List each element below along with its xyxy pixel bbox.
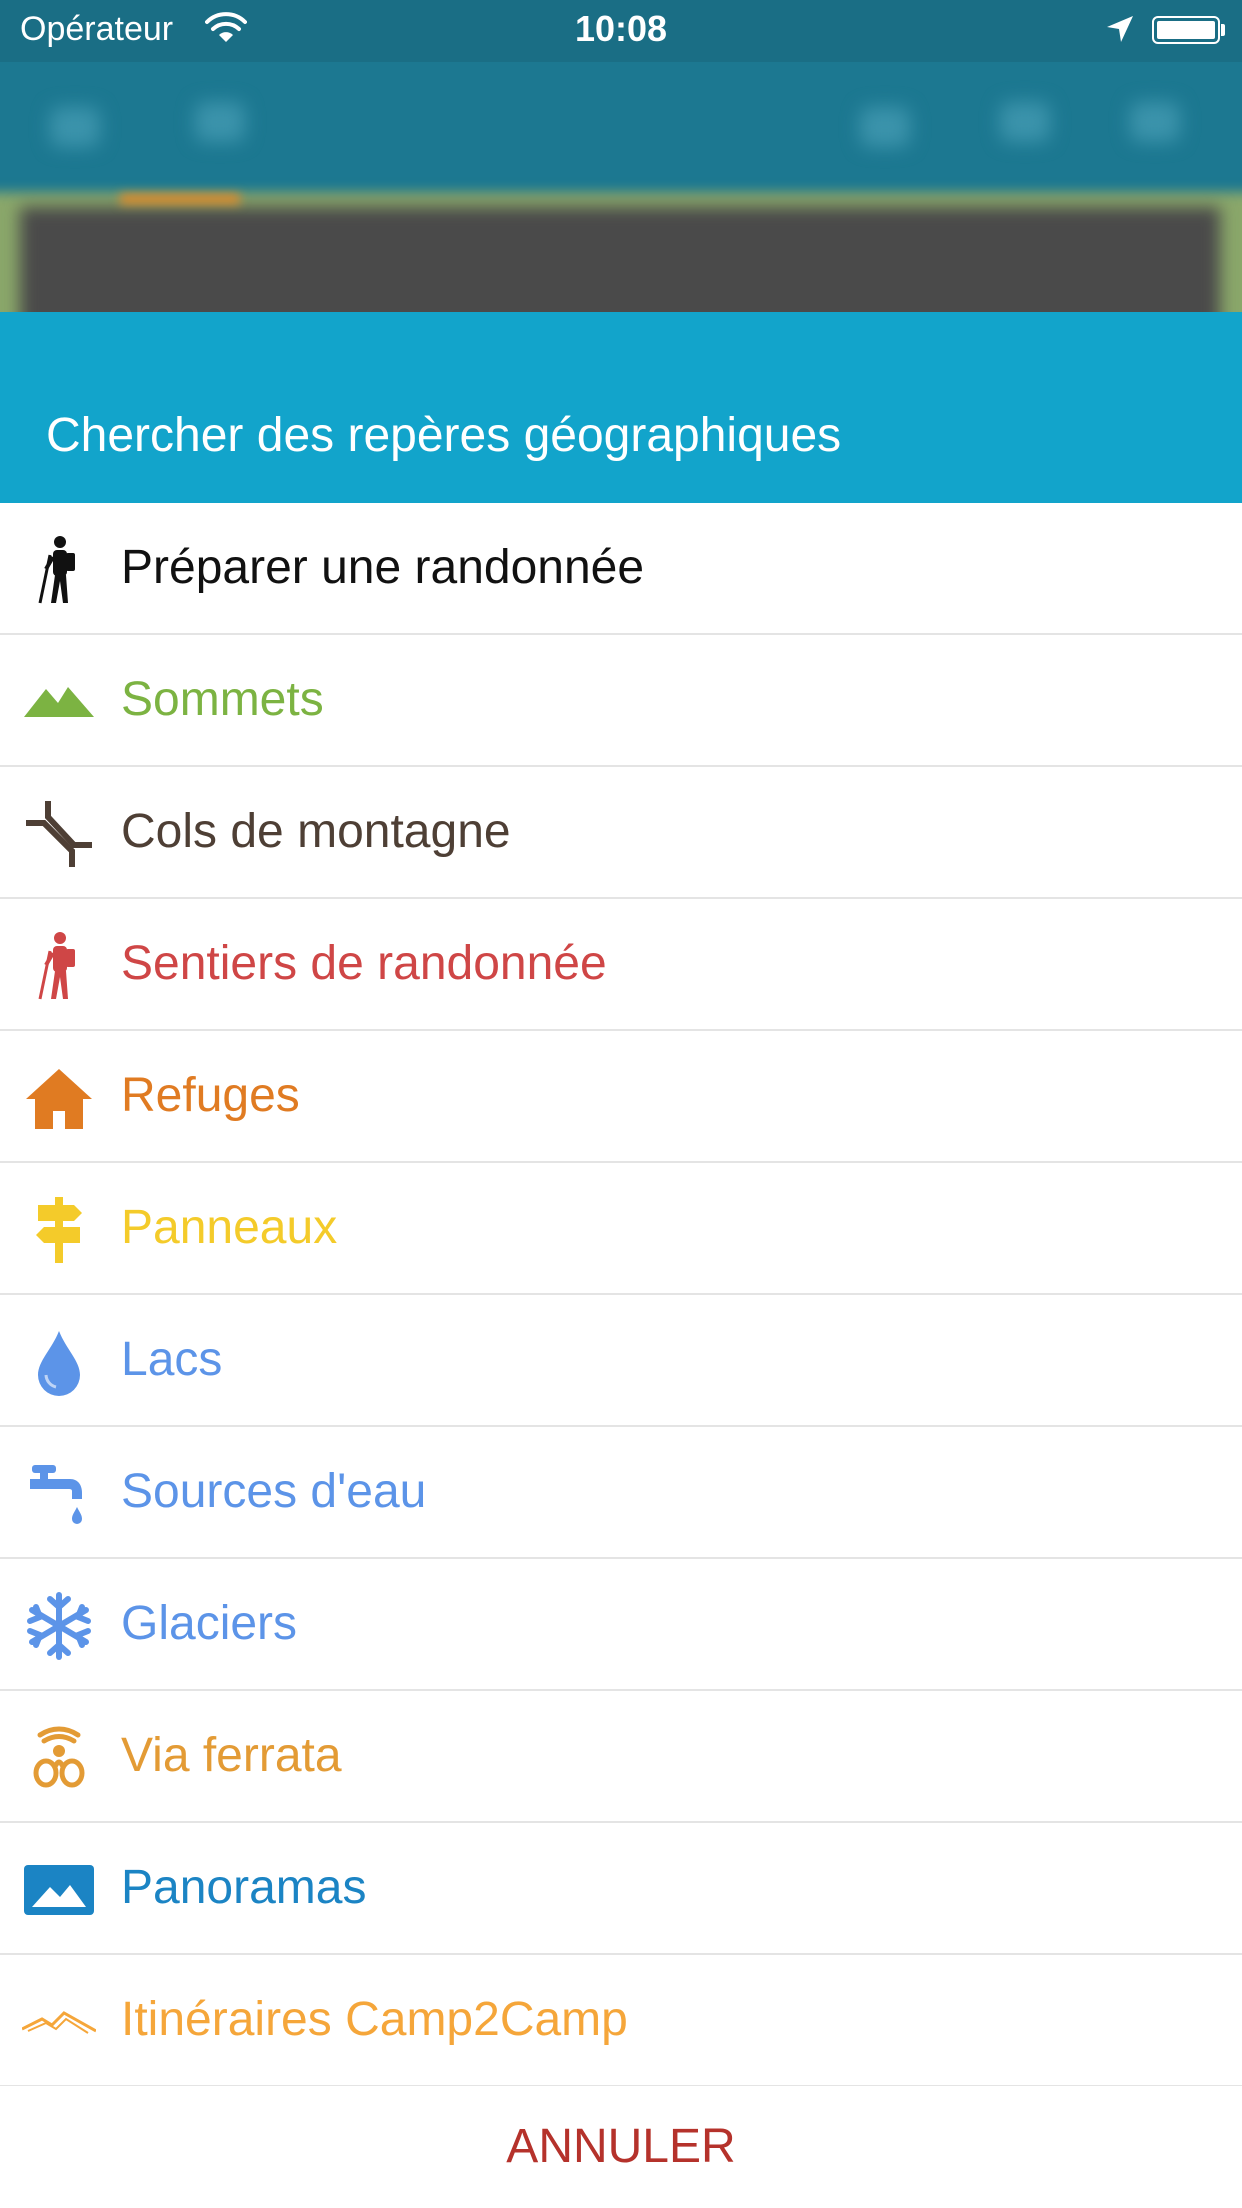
blurred-background-app bbox=[0, 62, 1242, 312]
status-bar: Opérateur 10:08 bbox=[0, 0, 1242, 62]
hiker-icon bbox=[22, 533, 96, 607]
clock: 10:08 bbox=[574, 8, 668, 49]
list-item-summits[interactable]: Sommets bbox=[0, 635, 1242, 767]
action-sheet-header: Chercher des repères géographiques bbox=[0, 312, 1242, 503]
tap-icon bbox=[22, 1457, 96, 1531]
water-drop-icon bbox=[22, 1325, 96, 1399]
list-item-water-sources[interactable]: Sources d'eau bbox=[0, 1427, 1242, 1559]
harness-icon bbox=[22, 1721, 96, 1795]
sheet-title: Chercher des repères géographiques bbox=[46, 409, 842, 462]
camp2camp-icon bbox=[22, 1985, 96, 2059]
pass-icon bbox=[22, 797, 96, 871]
list-item-glaciers[interactable]: Glaciers bbox=[0, 1559, 1242, 1691]
list-item-mountain-passes[interactable]: Cols de montagne bbox=[0, 767, 1242, 899]
battery-icon bbox=[1152, 16, 1220, 44]
item-label: Sources d'eau bbox=[121, 1465, 427, 1518]
item-label: Panneaux bbox=[121, 1201, 338, 1254]
cancel-button[interactable]: ANNULER bbox=[0, 2086, 1242, 2208]
item-label: Lacs bbox=[121, 1333, 223, 1386]
list-item-prepare-hike[interactable]: Préparer une randonnée bbox=[0, 503, 1242, 635]
snowflake-icon bbox=[22, 1589, 96, 1663]
mountain-icon bbox=[22, 665, 96, 739]
item-label: Sommets bbox=[121, 673, 324, 726]
landmark-category-list: Préparer une randonnée Sommets Cols de m… bbox=[0, 503, 1242, 2087]
panorama-icon bbox=[22, 1853, 96, 1927]
list-item-lakes[interactable]: Lacs bbox=[0, 1295, 1242, 1427]
item-label: Via ferrata bbox=[121, 1729, 342, 1782]
list-item-signposts[interactable]: Panneaux bbox=[0, 1163, 1242, 1295]
battery-tip bbox=[1221, 24, 1225, 36]
item-label: Glaciers bbox=[121, 1597, 298, 1650]
item-label: Itinéraires Camp2Camp bbox=[121, 1993, 628, 2046]
location-arrow-icon bbox=[1107, 16, 1133, 42]
list-item-via-ferrata[interactable]: Via ferrata bbox=[0, 1691, 1242, 1823]
list-item-hiking-trails[interactable]: Sentiers de randonnée bbox=[0, 899, 1242, 1031]
house-icon bbox=[22, 1061, 96, 1135]
item-label: Préparer une randonnée bbox=[121, 541, 645, 594]
list-item-huts[interactable]: Refuges bbox=[0, 1031, 1242, 1163]
item-label: Refuges bbox=[121, 1069, 300, 1122]
item-label: Panoramas bbox=[121, 1861, 367, 1914]
signpost-icon bbox=[22, 1193, 96, 1267]
item-label: Sentiers de randonnée bbox=[121, 937, 607, 990]
item-label: Cols de montagne bbox=[121, 805, 511, 858]
list-item-panoramas[interactable]: Panoramas bbox=[0, 1823, 1242, 1955]
list-item-camp2camp[interactable]: Itinéraires Camp2Camp bbox=[0, 1955, 1242, 2087]
trail-hiker-icon bbox=[22, 929, 96, 1003]
